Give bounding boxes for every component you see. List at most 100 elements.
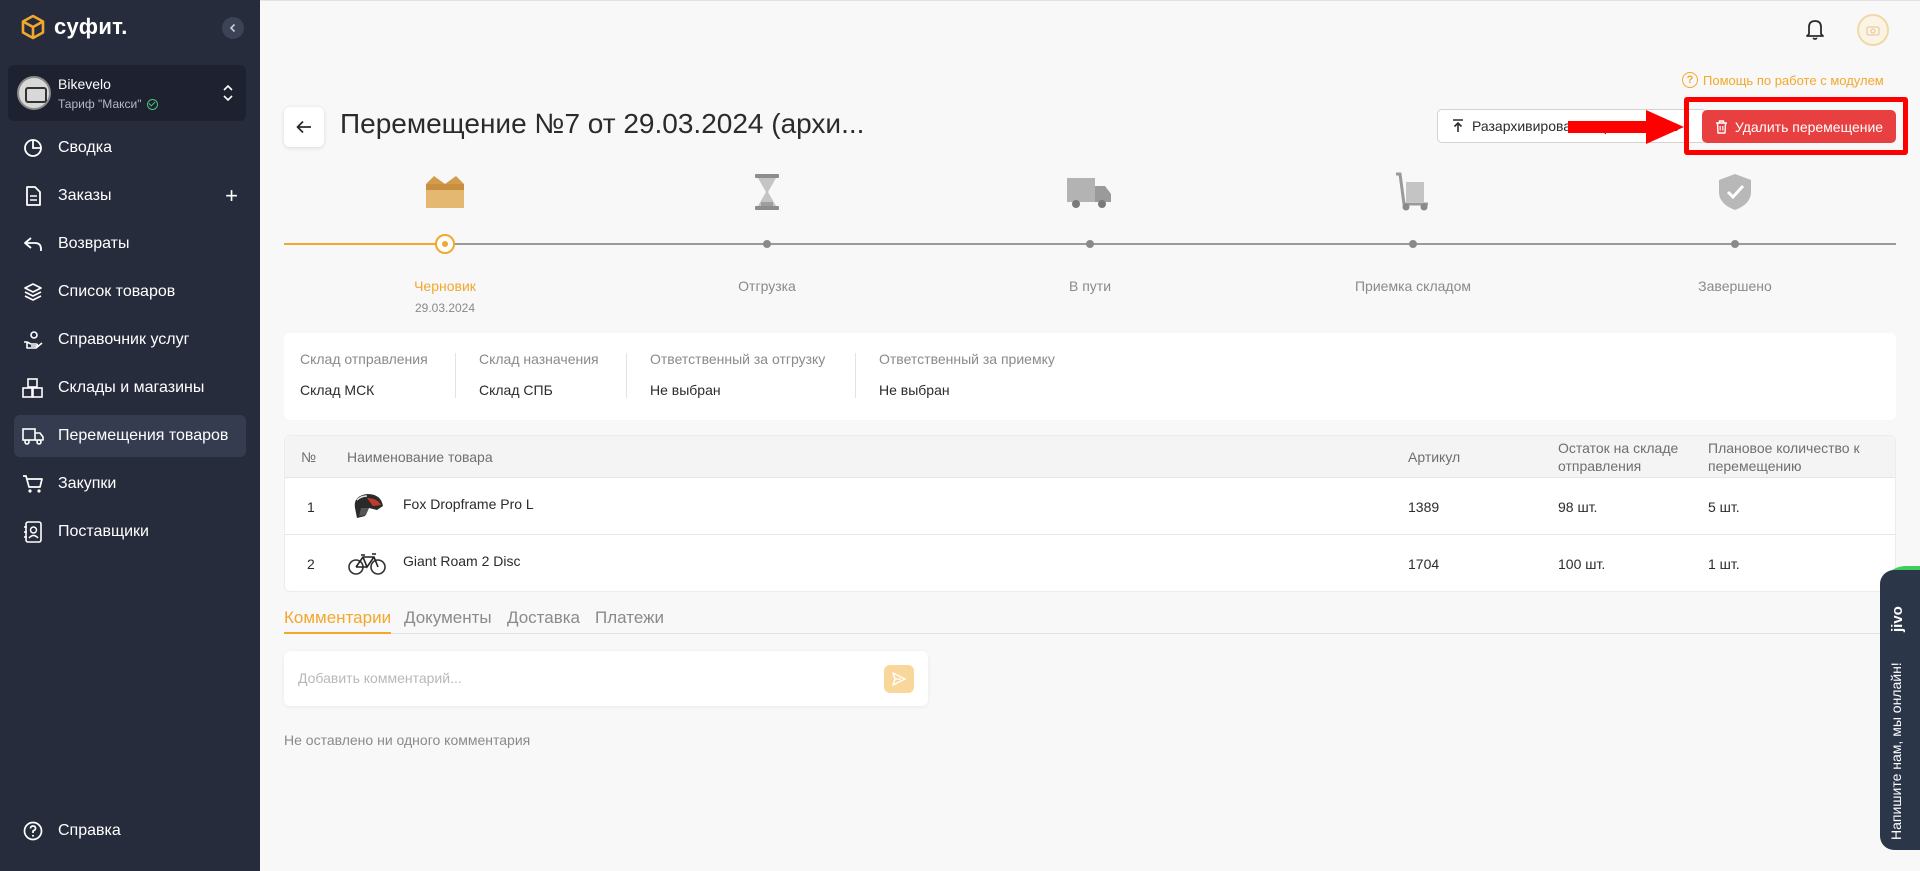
tab-documents[interactable]: Документы (404, 608, 492, 634)
cell-qty: 5 шт. (1708, 499, 1740, 515)
step-dot-shipping[interactable] (763, 240, 771, 248)
sidebar-item-services[interactable]: Справочник услуг (14, 319, 246, 361)
bicycle-product-image (348, 553, 386, 575)
cell-stock: 100 шт. (1558, 556, 1606, 572)
sidebar-item-purchases[interactable]: Закупки (14, 463, 246, 505)
stepper-progress-line (284, 243, 445, 245)
camera-icon (1866, 26, 1880, 36)
cube-logo-icon (21, 14, 45, 40)
bell-icon[interactable] (1805, 18, 1825, 45)
account-plan: Тариф "Макси" (58, 97, 159, 111)
table-header: № Наименование товара Артикул Остаток на… (285, 436, 1895, 478)
empty-comments-text: Не оставлено ни одного комментария (284, 732, 531, 748)
account-name: Bikevelo (58, 76, 111, 92)
transfer-info-card: Склад отправления Склад МСК Склад назнач… (284, 333, 1896, 420)
back-button[interactable] (284, 107, 324, 147)
info-label: Склад отправления (300, 351, 428, 367)
column-header-stock: Остаток на складе отправления (1558, 439, 1678, 475)
step-dot-draft[interactable] (435, 234, 455, 254)
info-label: Ответственный за отгрузку (650, 351, 826, 367)
info-label: Склад назначения (479, 351, 599, 367)
question-circle-icon: ? (1682, 72, 1698, 88)
info-destination-warehouse[interactable]: Склад назначения Склад СПБ (479, 351, 599, 398)
chevron-updown-icon (223, 84, 233, 102)
cell-sku: 1704 (1408, 556, 1440, 572)
sidebar-item-summary[interactable]: Сводка (14, 127, 246, 169)
step-dot-receiving[interactable] (1409, 240, 1417, 248)
sidebar-item-warehouses[interactable]: Склады и магазины (14, 367, 246, 409)
cell-sku: 1389 (1408, 499, 1440, 515)
sidebar-item-transfers[interactable]: Перемещения товаров (14, 415, 246, 457)
sidebar-item-label: Поставщики (58, 523, 149, 540)
page-title: Перемещение №7 от 29.03.2024 (архи... (340, 108, 865, 139)
truck-icon (22, 425, 44, 447)
cell-num: 1 (307, 499, 315, 515)
table-row[interactable]: 1 Fox Dropframe Pro L 1389 98 шт. 5 шт. (285, 478, 1895, 535)
comment-input[interactable] (298, 667, 858, 689)
helmet-product-image (354, 494, 383, 518)
detail-tabs: Комментарии Документы Доставка Платежи (284, 608, 1896, 634)
info-value: Склад МСК (300, 382, 375, 398)
cell-product-name[interactable]: Giant Roam 2 Disc (403, 553, 520, 569)
logo-text: суфит. (54, 14, 128, 39)
account-plan-label: Тариф "Макси" (58, 97, 142, 111)
document-icon (22, 185, 44, 207)
sidebar-item-help[interactable]: Справка (22, 820, 121, 842)
step-label-receiving: Приемка складом (1354, 278, 1471, 294)
pie-chart-icon (22, 137, 44, 159)
hourglass-icon (744, 172, 790, 212)
boxes-icon (22, 377, 44, 399)
sidebar-item-label: Возвраты (58, 235, 130, 252)
sidebar-item-label: Заказы (58, 187, 112, 204)
tab-payments[interactable]: Платежи (595, 608, 664, 634)
upload-icon (1453, 119, 1463, 132)
annotation-arrow-icon (1568, 110, 1684, 144)
info-receiving-responsible[interactable]: Ответственный за приемку Не выбран (879, 351, 1055, 398)
user-avatar[interactable] (1857, 14, 1889, 46)
sidebar-item-label: Сводка (58, 139, 113, 156)
step-date-draft: 29.03.2024 (414, 301, 476, 315)
info-divider (855, 353, 856, 398)
sidebar-item-label: Склады и магазины (58, 379, 205, 396)
sidebar-item-orders[interactable]: Заказы + (14, 175, 246, 217)
cell-qty: 1 шт. (1708, 556, 1740, 572)
info-shipping-responsible[interactable]: Ответственный за отгрузку Не выбран (650, 351, 825, 398)
sidebar-item-products[interactable]: Список товаров (14, 271, 246, 313)
question-circle-icon (22, 820, 44, 842)
info-value: Не выбран (879, 382, 950, 398)
sidebar: суфит. Bikevelo Тариф "Макси" Сводка Зак… (0, 0, 260, 871)
column-header-num: № (301, 449, 317, 465)
column-header-sku: Артикул (1408, 449, 1461, 465)
info-divider (455, 353, 456, 398)
chat-widget-label: Напишите нам, мы онлайн! (1888, 662, 1904, 840)
cell-num: 2 (307, 556, 315, 572)
jivo-logo: jivo (1889, 606, 1906, 632)
check-circle-icon (147, 98, 159, 110)
sidebar-item-suppliers[interactable]: Поставщики (14, 511, 246, 553)
add-order-icon[interactable]: + (225, 185, 238, 207)
column-header-stock-line1: Остаток на складе (1558, 440, 1679, 456)
step-label-draft: Черновик (414, 278, 476, 294)
tab-delivery[interactable]: Доставка (507, 608, 580, 634)
comment-composer (284, 651, 928, 706)
table-row[interactable]: 2 Giant Roam 2 Disc 1704 100 шт. 1 шт. (285, 535, 1895, 592)
tab-comments[interactable]: Комментарии (284, 608, 392, 634)
logo[interactable]: суфит. (20, 14, 128, 40)
return-icon (22, 233, 44, 255)
chevron-left-icon (229, 23, 236, 33)
step-dot-completed[interactable] (1731, 240, 1739, 248)
shield-check-icon (1712, 172, 1758, 212)
column-header-stock-line2: отправления (1558, 458, 1642, 474)
sidebar-item-returns[interactable]: Возвраты (14, 223, 246, 265)
account-avatar (17, 76, 51, 110)
cell-product-name[interactable]: Fox Dropframe Pro L (403, 496, 534, 512)
account-switcher[interactable]: Bikevelo Тариф "Макси" (8, 65, 246, 121)
step-label-in-transit: В пути (1068, 278, 1112, 294)
step-dot-in-transit[interactable] (1086, 240, 1094, 248)
collapse-sidebar-button[interactable] (222, 17, 244, 39)
info-source-warehouse[interactable]: Склад отправления Склад МСК (300, 351, 428, 398)
open-box-icon (422, 172, 468, 212)
info-value: Не выбран (650, 382, 721, 398)
send-comment-button[interactable] (884, 665, 914, 693)
module-help-link[interactable]: ? Помощь по работе с модулем (1682, 72, 1884, 88)
